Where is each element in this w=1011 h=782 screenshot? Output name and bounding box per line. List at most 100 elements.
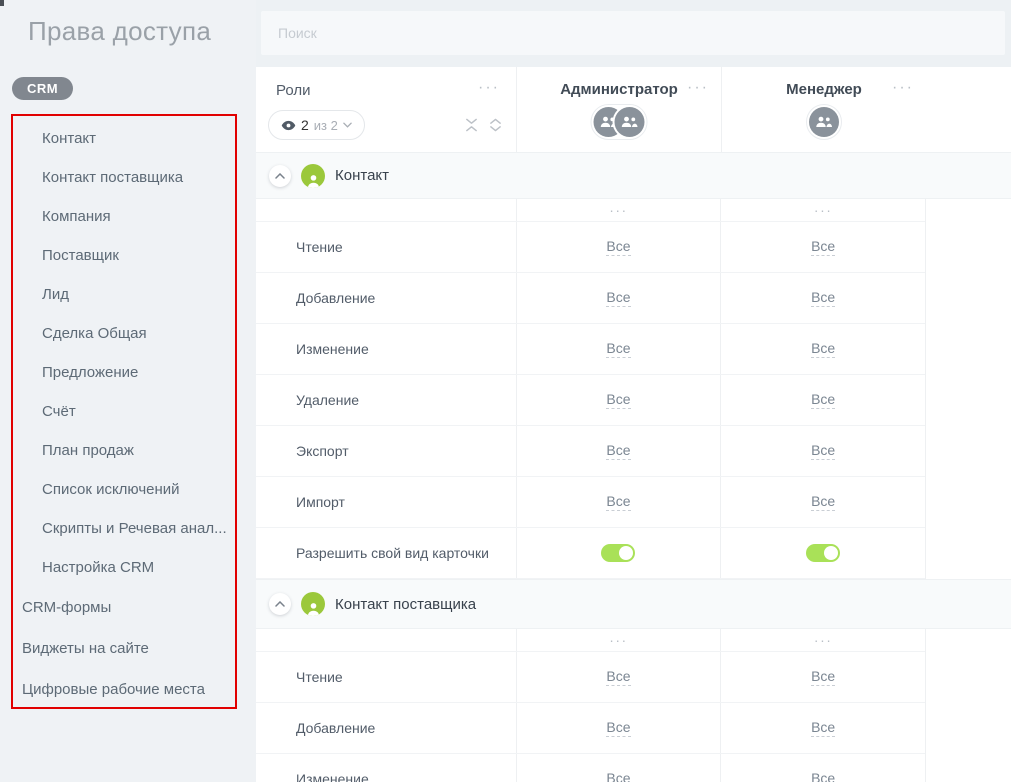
search-input[interactable] <box>261 11 1005 55</box>
section-header-supplier-contact: Контакт поставщика <box>256 579 1011 629</box>
expand-all-icon[interactable] <box>489 117 502 133</box>
permission-value-link[interactable]: Все <box>811 238 835 256</box>
permission-row-import: Импорт Все Все <box>256 477 925 528</box>
permission-cell: Все <box>516 426 721 476</box>
permission-value-link[interactable]: Все <box>811 719 835 737</box>
permission-label: Добавление <box>256 273 516 323</box>
permission-value-link[interactable]: Все <box>606 668 630 686</box>
permission-value-link[interactable]: Все <box>811 340 835 358</box>
sidebar-item-company[interactable]: Компания <box>13 197 235 236</box>
sidebar-item-supplier-contact[interactable]: Контакт поставщика <box>13 158 235 197</box>
empty-cell <box>256 199 516 221</box>
sidebar-item-quote[interactable]: Предложение <box>13 353 235 392</box>
column-menu-cell: ··· <box>720 199 925 221</box>
sidebar-item-label: Список исключений <box>42 481 180 498</box>
permission-cell: Все <box>516 222 721 272</box>
sidebar-item-label: Счёт <box>42 403 76 420</box>
permission-value-link[interactable]: Все <box>811 493 835 511</box>
people-icon <box>621 116 639 128</box>
card-view-toggle[interactable] <box>806 544 840 562</box>
permission-value-link[interactable]: Все <box>606 289 630 307</box>
permission-cell: Все <box>720 273 925 323</box>
access-rights-page: Права доступа CRM Контакт Контакт постав… <box>0 0 1011 782</box>
permission-cell: Все <box>720 324 925 374</box>
column-menu-row: ··· ··· <box>256 629 925 652</box>
permission-row-export: Экспорт Все Все <box>256 426 925 477</box>
section-title: Контакт поставщика <box>335 596 476 613</box>
permission-value-link[interactable]: Все <box>606 719 630 737</box>
administrator-members[interactable] <box>591 104 648 140</box>
permission-value-link[interactable]: Все <box>606 442 630 460</box>
column-menu-icon[interactable]: ··· <box>609 205 628 215</box>
sidebar-item-label: Сделка Общая <box>42 325 147 342</box>
permission-value-link[interactable]: Все <box>811 770 835 782</box>
sidebar: Права доступа CRM Контакт Контакт постав… <box>0 0 256 782</box>
sidebar-item-supplier[interactable]: Поставщик <box>13 236 235 275</box>
permission-row-edit: Изменение Все Все <box>256 754 925 782</box>
collapse-section-button[interactable] <box>269 165 291 187</box>
permission-row-edit: Изменение Все Все <box>256 324 925 375</box>
empty-cell <box>256 629 516 651</box>
sidebar-item-scripts-speech[interactable]: Скрипты и Речевая анал... <box>13 509 235 548</box>
sidebar-item-label: Контакт поставщика <box>42 169 183 186</box>
permission-value-link[interactable]: Все <box>811 442 835 460</box>
filter-count: 2 <box>301 117 309 133</box>
permission-cell: Все <box>516 477 721 527</box>
permission-value-link[interactable]: Все <box>606 770 630 782</box>
role-menu-icon[interactable]: ··· <box>892 83 914 93</box>
permission-value-link[interactable]: Все <box>606 391 630 409</box>
sidebar-item-site-widgets[interactable]: Виджеты на сайте <box>13 628 235 669</box>
sidebar-item-invoice[interactable]: Счёт <box>13 392 235 431</box>
role-column-administrator: Администратор ··· <box>516 67 721 152</box>
page-title: Права доступа <box>28 16 211 47</box>
roles-visibility-filter[interactable]: 2 из 2 <box>268 110 365 140</box>
permission-value-link[interactable]: Все <box>811 289 835 307</box>
supplier-contact-entity-icon <box>301 592 325 616</box>
roles-menu-icon[interactable]: ··· <box>478 83 500 93</box>
column-menu-icon[interactable]: ··· <box>814 635 833 645</box>
permission-value-link[interactable]: Все <box>606 493 630 511</box>
sidebar-item-sales-plan[interactable]: План продаж <box>13 431 235 470</box>
permissions-main: Роли ··· 2 из 2 Администратор ··· <box>256 0 1011 782</box>
permission-row-add: Добавление Все Все <box>256 703 925 754</box>
roles-header-label: Роли <box>276 82 311 99</box>
sidebar-item-digital-workplaces[interactable]: Цифровые рабочие места <box>13 669 235 710</box>
permission-label: Разрешить свой вид карточки <box>256 528 516 578</box>
sidebar-item-deal-general[interactable]: Сделка Общая <box>13 314 235 353</box>
permission-value-link[interactable]: Все <box>811 391 835 409</box>
collapse-section-button[interactable] <box>269 593 291 615</box>
permission-row-read: Чтение Все Все <box>256 652 925 703</box>
manager-members[interactable] <box>806 104 842 140</box>
sidebar-item-crm-settings[interactable]: Настройка CRM <box>13 548 235 587</box>
chevron-up-icon <box>275 173 285 179</box>
crm-badge: CRM <box>12 77 73 100</box>
contact-entity-icon <box>301 164 325 188</box>
permission-cell: Все <box>516 273 721 323</box>
permission-value-link[interactable]: Все <box>811 668 835 686</box>
permissions-grid-contact: ··· ··· Чтение Все Все Добавление Все Вс… <box>256 199 926 579</box>
column-menu-icon[interactable]: ··· <box>814 205 833 215</box>
sidebar-item-crm-forms[interactable]: CRM-формы <box>13 587 235 628</box>
permission-value-link[interactable]: Все <box>606 340 630 358</box>
permission-row-card-view: Разрешить свой вид карточки <box>256 528 925 579</box>
column-menu-icon[interactable]: ··· <box>609 635 628 645</box>
sidebar-item-label: Предложение <box>42 364 138 381</box>
card-view-toggle[interactable] <box>601 544 635 562</box>
permission-label: Чтение <box>256 652 516 702</box>
sidebar-item-lead[interactable]: Лид <box>13 275 235 314</box>
permission-cell: Все <box>720 375 925 425</box>
permission-row-add: Добавление Все Все <box>256 273 925 324</box>
role-column-manager: Менеджер ··· <box>721 67 926 152</box>
permission-cell: Все <box>720 222 925 272</box>
sidebar-item-label: Лид <box>42 286 69 303</box>
column-menu-row: ··· ··· <box>256 199 925 222</box>
section-header-contact: Контакт <box>256 152 1011 199</box>
permission-cell: Все <box>720 426 925 476</box>
person-icon <box>307 602 320 616</box>
sidebar-item-exclusion-list[interactable]: Список исключений <box>13 470 235 509</box>
sidebar-item-contact[interactable]: Контакт <box>13 119 235 158</box>
collapse-all-icon[interactable] <box>465 117 478 133</box>
role-menu-icon[interactable]: ··· <box>687 83 709 93</box>
permission-label: Экспорт <box>256 426 516 476</box>
permission-value-link[interactable]: Все <box>606 238 630 256</box>
